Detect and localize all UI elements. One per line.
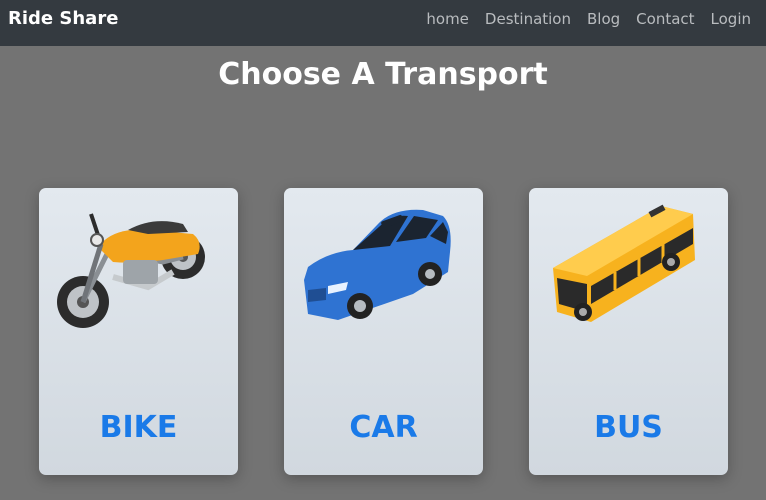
card-label-bus: BUS	[594, 410, 663, 445]
nav-links: home Destination Blog Contact Login	[426, 9, 751, 29]
transport-card-car[interactable]: CAR	[284, 188, 483, 475]
page-title: Choose A Transport	[218, 57, 548, 92]
motorcycle-icon	[57, 213, 205, 328]
navbar: Ride Share home Destination Blog Contact…	[0, 0, 766, 46]
nav-link-login[interactable]: Login	[711, 9, 751, 29]
nav-link-blog[interactable]: Blog	[587, 9, 620, 29]
nav-link-contact[interactable]: Contact	[636, 9, 694, 29]
car-icon	[304, 209, 451, 320]
nav-link-home[interactable]: home	[426, 9, 469, 29]
card-label-bike: BIKE	[99, 410, 178, 445]
card-label-car: CAR	[349, 410, 418, 445]
nav-link-destination[interactable]: Destination	[485, 9, 571, 29]
transport-card-bike[interactable]: BIKE	[39, 188, 238, 475]
brand-logo[interactable]: Ride Share	[8, 8, 118, 30]
bus-icon	[553, 204, 695, 322]
transport-card-bus[interactable]: BUS	[529, 188, 728, 475]
